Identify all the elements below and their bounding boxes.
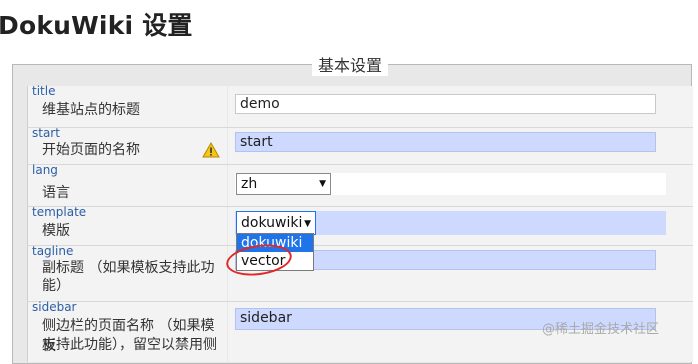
watermark: @稀土掘金技术社区 [542,322,660,337]
lang-select[interactable]: zh ▼ [236,173,331,195]
setting-key-start: start [32,126,60,140]
setting-row-lang: lang 语言 zh ▼ [27,163,693,206]
settings-table: title 维基站点的标题 demo start 开始页面的名称 start l… [27,84,693,362]
lang-select-value: zh [241,176,258,192]
title-input[interactable]: demo [235,94,656,114]
setting-key-sidebar: sidebar [32,300,77,314]
setting-desc-tagline-1: 副标题 （如果模板支持此功 [42,260,215,276]
setting-desc-template: 模版 [42,223,70,239]
setting-row-tagline: tagline 副标题 （如果模板支持此功 能） [27,244,693,301]
setting-desc-sidebar-2: 支持此功能），留空以禁用侧 [42,337,217,353]
setting-key-title: title [32,84,56,98]
setting-key-tagline: tagline [32,244,74,258]
setting-key-lang: lang [32,163,58,177]
template-select-value: dokuwiki [241,215,303,231]
setting-desc-start: 开始页面的名称 [42,142,140,158]
setting-desc-lang: 语言 [42,185,70,201]
setting-row-template: template 模版 dokuwiki ▼ [27,205,693,245]
setting-key-template: template [32,205,87,219]
setting-desc-title: 维基站点的标题 [42,102,140,118]
start-input[interactable]: start [235,132,656,152]
chevron-down-icon: ▼ [304,219,311,229]
section-legend: 基本设置 [312,52,389,76]
warning-icon [202,142,220,158]
chevron-down-icon: ▼ [319,179,326,189]
page-title: DokuWiki 设置 [0,11,193,40]
setting-desc-tagline-2: 能） [42,278,70,294]
setting-row-title: title 维基站点的标题 demo [27,84,693,127]
setting-row-start: start 开始页面的名称 start [27,126,693,164]
template-select[interactable]: dokuwiki ▼ [236,211,316,235]
